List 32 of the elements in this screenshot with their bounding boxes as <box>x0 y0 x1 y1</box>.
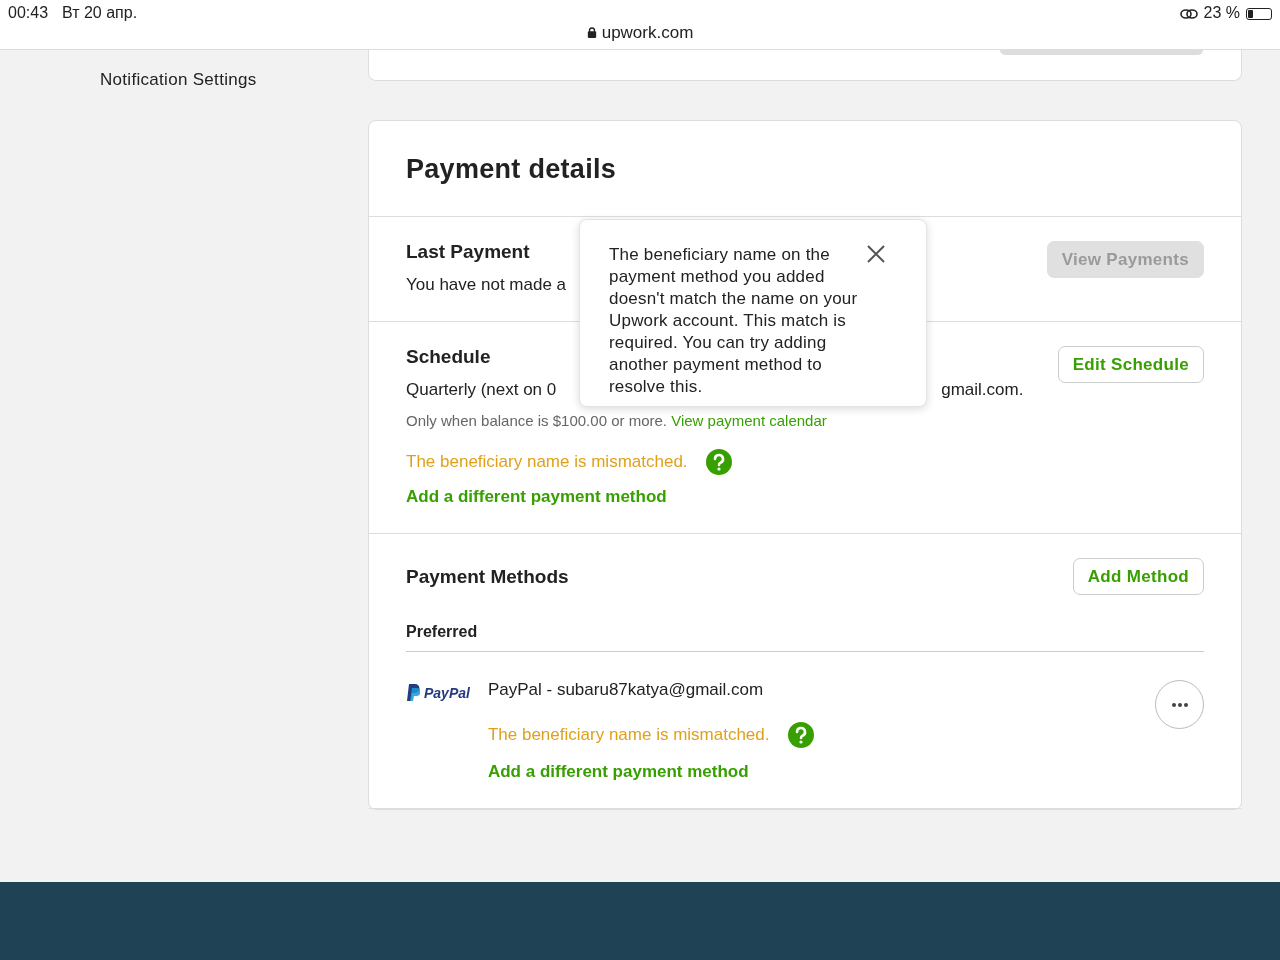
status-date: Вт 20 апр. <box>62 4 138 23</box>
add-method-link[interactable]: Add a different payment method <box>406 487 667 507</box>
group-label: Preferred <box>406 623 478 641</box>
add-method-link[interactable]: Add a different payment method <box>487 762 749 782</box>
battery-percent: 23 % <box>1203 4 1240 22</box>
link-icon <box>1179 7 1198 21</box>
card-title: Payment details <box>406 154 617 185</box>
section-text: You have not made a <box>406 275 567 295</box>
ellipsis-icon <box>1170 702 1189 707</box>
sidebar-item[interactable]: Notification Settings <box>100 70 257 90</box>
section-title: Schedule <box>406 346 491 368</box>
close-button[interactable] <box>866 244 886 264</box>
tooltip-text: The beneficiary name on the payment method you added doesn't match the name on your Upwork account. This match is required. You can try adding another payment method to resolve this. <box>609 244 858 398</box>
section-title: Last Payment <box>406 241 530 263</box>
paypal-logo: PayPal <box>406 684 470 701</box>
status-time: 00:43 <box>8 4 49 23</box>
schedule-note: Only when balance is $100.00 or more. View payment calendar <box>406 412 827 429</box>
warning-text: The beneficiary name is mismatched. <box>406 452 688 472</box>
schedule-text: Quarterly (next on 0 <box>406 380 557 400</box>
close-icon <box>866 244 886 264</box>
help-icon <box>705 449 732 475</box>
warning-text: The beneficiary name is mismatched. <box>487 725 770 745</box>
edit-schedule-button[interactable]: Edit Schedule <box>1057 346 1204 383</box>
calendar-link[interactable]: View payment calendar <box>671 412 827 429</box>
url-text[interactable]: upwork.com <box>601 23 694 43</box>
section-title: Payment Methods <box>406 565 569 588</box>
add-method-button[interactable]: Add Method <box>1072 558 1204 595</box>
battery-icon <box>1246 8 1272 20</box>
lock-icon <box>586 27 597 39</box>
help-icon <box>787 722 814 748</box>
method-name: PayPal - subaru87katya@gmail.com <box>487 680 764 700</box>
schedule-text: gmail.com. <box>941 380 1024 400</box>
